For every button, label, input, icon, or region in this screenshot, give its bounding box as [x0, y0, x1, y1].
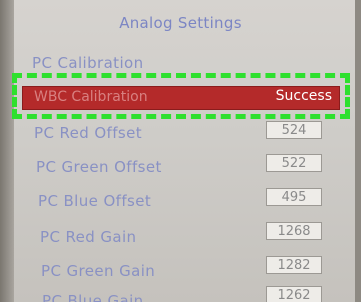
pc-red-gain-value[interactable]: 1268 [266, 222, 322, 240]
menu-item-pc-green-gain[interactable]: PC Green Gain [41, 262, 155, 280]
monitor-bezel-right [355, 0, 361, 302]
menu-item-pc-red-offset[interactable]: PC Red Offset [34, 124, 142, 142]
pc-red-offset-value[interactable]: 524 [266, 121, 322, 139]
selection-highlight-outline [12, 73, 350, 119]
pc-green-offset-value[interactable]: 522 [266, 154, 322, 172]
monitor-bezel-left [0, 0, 14, 302]
menu-item-pc-blue-offset[interactable]: PC Blue Offset [38, 192, 151, 210]
pc-blue-offset-value[interactable]: 495 [266, 188, 322, 206]
menu-item-pc-red-gain[interactable]: PC Red Gain [40, 228, 136, 246]
pc-green-gain-value[interactable]: 1282 [266, 256, 322, 274]
menu-item-pc-calibration[interactable]: PC Calibration [32, 54, 144, 72]
pc-blue-gain-value[interactable]: 1262 [266, 286, 322, 302]
menu-title: Analog Settings [119, 14, 242, 32]
menu-item-pc-green-offset[interactable]: PC Green Offset [36, 158, 162, 176]
menu-item-pc-blue-gain[interactable]: PC Blue Gain [42, 292, 144, 302]
osd-screen: Analog Settings PC Calibration WBC Calib… [0, 0, 361, 302]
